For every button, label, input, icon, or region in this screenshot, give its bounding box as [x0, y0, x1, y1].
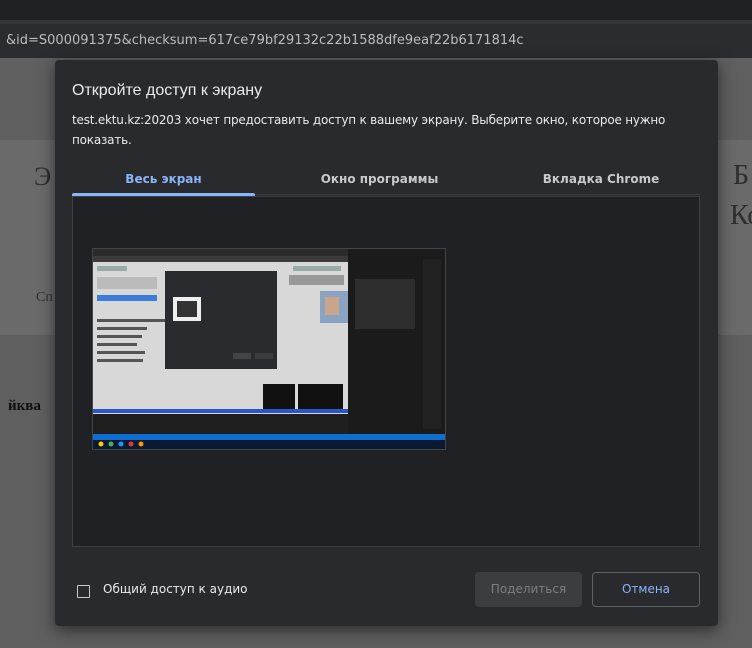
background-heading-left: Э — [34, 162, 52, 191]
screen-preview-image — [93, 249, 445, 449]
share-audio-checkbox[interactable] — [77, 585, 90, 598]
address-bar[interactable]: &id=S000091375&checksum=617ce79bf29132c2… — [0, 24, 752, 58]
background-heading-right-2: Ко — [730, 200, 752, 231]
share-button[interactable]: Поделиться — [475, 572, 582, 607]
background-heading-right: Б — [733, 160, 750, 191]
dialog-title: Откройте доступ к экрану — [72, 82, 263, 99]
source-list-panel — [72, 196, 700, 547]
screen-share-dialog: Откройте доступ к экрану test.ektu.kz:20… — [55, 60, 718, 626]
browser-title-bar — [0, 0, 752, 20]
tab-window[interactable]: Окно программы — [272, 168, 487, 194]
dialog-description: test.ektu.kz:20203 хочет предоставить до… — [72, 113, 666, 147]
share-audio-label[interactable]: Общий доступ к аудио — [103, 582, 248, 596]
tab-chrome-tab[interactable]: Вкладка Chrome — [502, 168, 700, 194]
tab-entire-screen[interactable]: Весь экран — [72, 168, 255, 194]
source-tabs: Весь экран Окно программы Вкладка Chrome — [72, 168, 700, 196]
background-body-text: йква — [8, 398, 41, 414]
cancel-button[interactable]: Отмена — [592, 572, 700, 607]
screen-thumbnail[interactable] — [92, 248, 446, 450]
background-subtext-left: Сп — [36, 290, 53, 305]
